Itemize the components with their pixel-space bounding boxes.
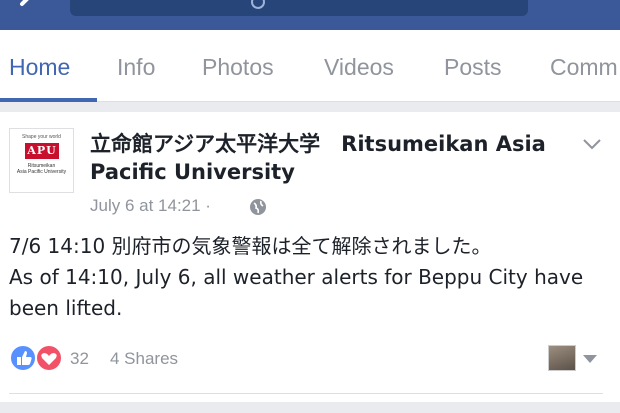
- viewer-selector-caret-icon[interactable]: [582, 354, 598, 364]
- reactions-summary[interactable]: [9, 344, 109, 372]
- post-timestamp[interactable]: July 6 at 14:21 ·: [90, 196, 211, 216]
- tab-info[interactable]: Info: [117, 54, 155, 81]
- avatar-tagline: Shape your world: [22, 134, 61, 140]
- post-divider: [9, 393, 603, 394]
- post-card: Shape your world APU Ritsumeikan Asia Pa…: [0, 112, 620, 402]
- love-icon: [35, 344, 63, 372]
- active-tab-indicator: [0, 98, 97, 102]
- reaction-count[interactable]: 32: [70, 349, 89, 369]
- tab-community[interactable]: Comm: [550, 54, 618, 81]
- search-icon: [251, 0, 265, 9]
- tab-videos[interactable]: Videos: [324, 54, 394, 81]
- post-options-chevron-icon[interactable]: [580, 136, 604, 152]
- viewer-avatar[interactable]: [548, 345, 576, 371]
- post-text-japanese: 7/6 14:10 別府市の気象警報は全て解除されました。: [9, 234, 492, 258]
- tab-home[interactable]: Home: [9, 54, 70, 81]
- page-tabs: Home Info Photos Videos Posts Comm: [0, 30, 620, 102]
- back-arrow-icon[interactable]: [0, 0, 40, 18]
- shares-count[interactable]: 4 Shares: [110, 349, 178, 369]
- top-bar: [0, 0, 620, 30]
- post-body: 7/6 14:10 別府市の気象警報は全て解除されました。 As of 14:1…: [9, 231, 609, 324]
- apu-logo: APU: [25, 143, 59, 159]
- tab-photos[interactable]: Photos: [202, 54, 274, 81]
- tab-posts[interactable]: Posts: [444, 54, 502, 81]
- avatar-subtitle: Ritsumeikan Asia Pacific University: [16, 163, 67, 175]
- like-icon: [9, 344, 37, 372]
- search-input[interactable]: [70, 0, 528, 16]
- globe-icon: [250, 199, 266, 215]
- page-avatar[interactable]: Shape your world APU Ritsumeikan Asia Pa…: [9, 128, 74, 193]
- page-name-link[interactable]: 立命館アジア太平洋大学 Ritsumeikan Asia Pacific Uni…: [90, 130, 580, 186]
- post-text-english: As of 14:10, July 6, all weather alerts …: [9, 265, 584, 320]
